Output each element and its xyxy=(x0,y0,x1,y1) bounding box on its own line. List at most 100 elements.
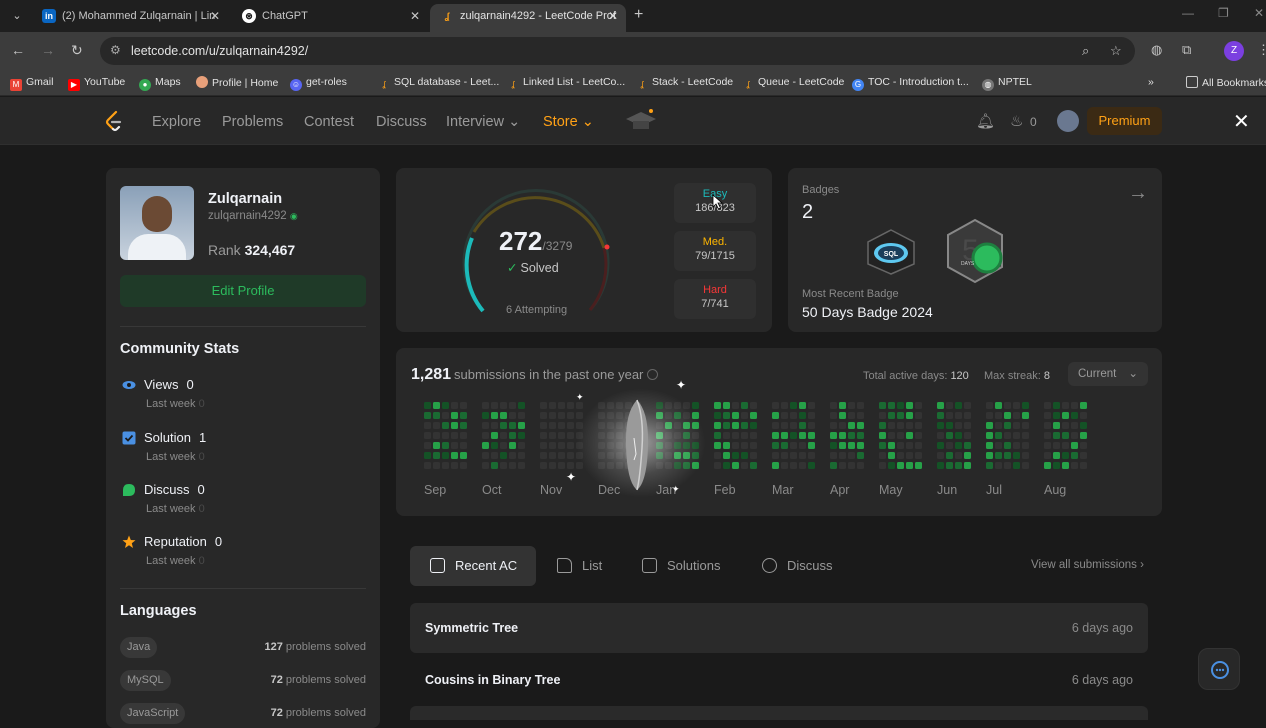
nav-explore[interactable]: Explore xyxy=(152,114,201,130)
all-bookmarks[interactable]: All Bookmarks xyxy=(1186,76,1266,89)
leetcode-logo[interactable] xyxy=(104,110,124,132)
submission-row[interactable]: Cousins in Binary Tree 6 days ago xyxy=(410,655,1148,705)
nav-problems[interactable]: Problems xyxy=(222,114,283,130)
heatmap-cell xyxy=(714,442,721,449)
profile-avatar xyxy=(120,186,194,260)
heatmap-cell xyxy=(451,412,458,419)
bookmark-maps[interactable]: ● Maps xyxy=(139,76,181,91)
site-info-icon[interactable]: ⚙ xyxy=(110,43,121,57)
address-bar[interactable]: ⚙ leetcode.com/u/zulqarnain4292/ ⌕ ☆ xyxy=(100,37,1135,65)
heatmap-cell xyxy=(1080,412,1087,419)
heatmap-cell xyxy=(500,412,507,419)
info-icon[interactable] xyxy=(647,369,659,380)
heatmap-cell xyxy=(750,452,757,459)
heatmap-cell xyxy=(879,422,886,429)
extension-globe-icon[interactable]: ◍ xyxy=(1151,42,1162,58)
tab-solutions[interactable]: Solutions xyxy=(622,546,738,586)
browser-profile-avatar[interactable]: Z xyxy=(1224,41,1244,61)
heatmap-cell xyxy=(830,432,837,439)
streak-fire-icon[interactable]: ♨ xyxy=(1010,112,1023,130)
more-bookmarks-icon[interactable]: » xyxy=(1148,76,1154,88)
submission-row[interactable]: Symmetric Tree 6 days ago xyxy=(410,603,1148,653)
bookmark-youtube[interactable]: ▶ YouTube xyxy=(68,76,125,91)
leetcode-icon: ʆ xyxy=(640,80,644,89)
feedback-button[interactable] xyxy=(1198,648,1240,690)
edit-profile-button[interactable]: Edit Profile xyxy=(120,275,366,307)
notification-bell-icon[interactable]: 🔔︎ xyxy=(976,112,995,130)
year-select[interactable]: Current ⌄ xyxy=(1068,362,1148,386)
heatmap-cell xyxy=(915,422,922,429)
heatmap-cell xyxy=(741,432,748,439)
tab-leetcode[interactable]: ʆ zulqarnain4292 - LeetCode Prof ✕ xyxy=(430,4,626,32)
heatmap-cell xyxy=(1062,412,1069,419)
bookmark-gmail[interactable]: M Gmail xyxy=(10,76,53,91)
bookmark-linked-list[interactable]: ʆ Linked List - LeetCo... xyxy=(507,76,626,91)
heatmap-cell xyxy=(482,462,489,469)
verified-icon: ◉ xyxy=(289,211,298,221)
browser-tab-bar: ⌄ in (2) Mohammed Zulqarnain | Lin ✕ ⊛ Cha… xyxy=(0,0,1266,32)
heatmap-cell xyxy=(1044,402,1051,409)
heatmap-cell xyxy=(848,432,855,439)
zoom-icon[interactable]: ⌕ xyxy=(1082,43,1089,59)
bookmark-queue[interactable]: ʆ Queue - LeetCode xyxy=(742,76,845,91)
reload-icon[interactable]: ↻ xyxy=(71,42,83,59)
heatmap-cell xyxy=(857,452,864,459)
arrow-right-icon[interactable]: → xyxy=(1128,182,1148,205)
difficulty-medium[interactable]: Med. 79/1715 xyxy=(674,231,756,271)
maximize-icon[interactable]: ❐ xyxy=(1218,6,1229,20)
back-icon[interactable]: ← xyxy=(11,42,25,58)
heatmap-cell xyxy=(549,442,556,449)
tab-search-icon[interactable]: ⌄ xyxy=(6,6,28,26)
tab-chatgpt[interactable]: ⊛ ChatGPT ✕ xyxy=(232,4,428,32)
close-tab-icon[interactable]: ✕ xyxy=(410,4,420,28)
premium-button[interactable]: Premium xyxy=(1087,107,1162,135)
fifty-days-badge-icon[interactable]: 5 DAYS xyxy=(944,218,1006,284)
user-avatar[interactable] xyxy=(1057,110,1079,132)
close-overlay-icon[interactable]: ✕ xyxy=(1233,109,1250,134)
heatmap-cell xyxy=(558,412,565,419)
difficulty-hard[interactable]: Hard 7/741 xyxy=(674,279,756,319)
graduation-cap-icon[interactable] xyxy=(624,107,658,135)
bookmark-get-roles[interactable]: ☺ get-roles xyxy=(290,76,347,91)
close-window-icon[interactable]: ✕ xyxy=(1254,6,1264,20)
heatmap-cell xyxy=(567,462,574,469)
heatmap-cell xyxy=(1080,452,1087,459)
minimize-icon[interactable]: — xyxy=(1182,6,1194,20)
new-tab-icon[interactable]: + xyxy=(634,6,643,24)
extensions-icon[interactable]: ⧉ xyxy=(1182,42,1191,58)
heatmap-cell xyxy=(1053,452,1060,459)
bookmark-star-icon[interactable]: ☆ xyxy=(1110,43,1122,59)
bookmark-sql-database[interactable]: ʆ SQL database - Leet... xyxy=(378,76,500,91)
heatmap-cell xyxy=(1080,462,1087,469)
tab-recent-ac[interactable]: Recent AC xyxy=(410,546,536,586)
sql-badge-icon[interactable]: SQL xyxy=(864,228,918,276)
nav-contest[interactable]: Contest xyxy=(304,114,354,130)
bookmark-stack[interactable]: ʆ Stack - LeetCode xyxy=(636,76,734,91)
close-tab-icon[interactable]: ✕ xyxy=(608,4,618,28)
heatmap-cell xyxy=(558,462,565,469)
nav-discuss[interactable]: Discuss xyxy=(376,114,427,130)
close-tab-icon[interactable]: ✕ xyxy=(210,4,220,28)
nav-store[interactable]: Store ⌄ xyxy=(543,114,594,130)
heatmap-cell xyxy=(558,452,565,459)
heatmap-cell xyxy=(1062,462,1069,469)
tab-discuss[interactable]: Discuss xyxy=(742,546,854,586)
browser-menu-icon[interactable]: ⋮ xyxy=(1257,42,1266,58)
bookmark-nptel[interactable]: ◍ NPTEL xyxy=(982,76,1032,91)
bookmark-profile-home[interactable]: Profile | Home xyxy=(196,76,278,89)
heatmap-cell xyxy=(518,402,525,409)
heatmap-cell xyxy=(451,402,458,409)
submission-row[interactable] xyxy=(410,706,1148,720)
tab-list[interactable]: List xyxy=(537,546,621,586)
heatmap-cell xyxy=(1004,432,1011,439)
heatmap-cell xyxy=(509,442,516,449)
nav-interview[interactable]: Interview ⌄ xyxy=(446,114,520,130)
heatmap-cell xyxy=(460,432,467,439)
view-all-submissions-link[interactable]: View all submissions › xyxy=(1031,559,1144,571)
tab-linkedin[interactable]: in (2) Mohammed Zulqarnain | Lin ✕ xyxy=(32,4,228,32)
forward-icon[interactable]: → xyxy=(41,42,55,58)
heatmap-cell xyxy=(1044,412,1051,419)
heatmap-cell xyxy=(839,452,846,459)
bookmark-toc[interactable]: G TOC - Introduction t... xyxy=(852,76,969,91)
heatmap-cell xyxy=(500,402,507,409)
